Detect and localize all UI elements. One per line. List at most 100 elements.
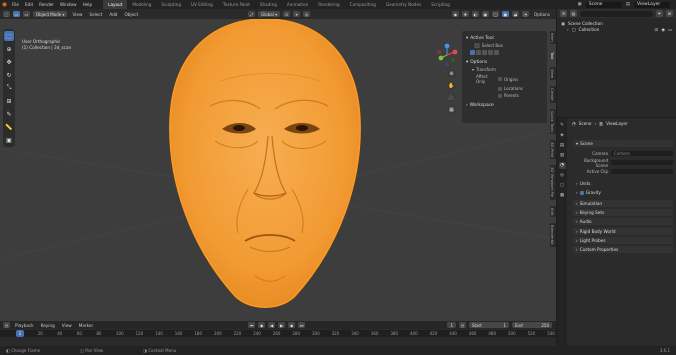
workspace-tab-geometry-nodes[interactable]: Geometry Nodes <box>381 0 426 9</box>
jump-end-icon[interactable]: ⏭ <box>298 321 306 329</box>
options-dropdown[interactable]: Options <box>532 12 552 17</box>
navigation-gizmo[interactable] <box>435 43 459 67</box>
tab-3d-print[interactable]: 3D-Print <box>549 139 556 160</box>
scene-selector[interactable]: Scene <box>585 1 622 8</box>
render-tab-icon[interactable]: ◈ <box>559 132 566 139</box>
select-box-row[interactable]: ⬚ Select Box <box>466 43 543 48</box>
menu-help[interactable]: Help <box>80 2 96 7</box>
background-scene-field[interactable] <box>611 159 673 166</box>
menu-select[interactable]: Select <box>87 12 104 17</box>
overlay-icon[interactable]: ◐ <box>471 10 479 18</box>
start-frame-field[interactable]: Start 1 <box>469 321 509 329</box>
tab-view[interactable]: View <box>549 67 556 81</box>
workspace-tab-rendering[interactable]: Rendering <box>313 0 344 9</box>
next-keyframe-icon[interactable]: ◆ <box>288 321 296 329</box>
new-collection-icon[interactable]: ⊞ <box>666 10 673 17</box>
mode-extend-icon[interactable] <box>476 50 481 55</box>
zoom-icon[interactable]: ⊕ <box>447 69 456 78</box>
locations-checkbox[interactable] <box>498 86 502 91</box>
transform-orientation-dropdown[interactable]: Global ▾ <box>258 10 281 18</box>
active-tool-section[interactable]: ▾ Active Tool <box>466 36 543 41</box>
menu-object[interactable]: Object <box>122 12 140 17</box>
menu-playback[interactable]: Playback <box>13 323 36 328</box>
origins-checkbox[interactable] <box>498 77 502 81</box>
keying-sets-panel-header[interactable]: › Keying Sets <box>573 209 673 216</box>
light-probes-panel-header[interactable]: › Light Probes <box>573 237 673 244</box>
menu-timeline-view[interactable]: View <box>60 323 74 328</box>
camera-view-icon[interactable]: 🎥 <box>447 93 456 102</box>
parents-checkbox[interactable] <box>498 93 502 98</box>
pivot-icon[interactable]: ⊙ <box>283 10 291 18</box>
menu-keying[interactable]: Keying <box>39 323 57 328</box>
collection-tab-icon[interactable]: ▢ <box>559 182 566 189</box>
mode-dropdown[interactable]: Object Mode ▾ <box>33 10 68 18</box>
tab-quick-tools[interactable]: Quick Tools <box>549 108 556 134</box>
tab-item[interactable]: Item <box>549 31 556 44</box>
gravity-checkbox[interactable] <box>579 190 584 195</box>
tab-blenderkit[interactable]: BlenderKit <box>549 222 556 247</box>
mode-subtract-icon[interactable] <box>482 50 487 55</box>
options-section[interactable]: ▾ Options <box>466 60 543 65</box>
playhead[interactable]: 1 <box>16 330 24 337</box>
tool-tab-icon[interactable]: ✎ <box>559 122 566 129</box>
shading-solid-icon[interactable]: ● <box>501 10 509 18</box>
scene-panel-header[interactable]: ▾ Scene <box>573 140 673 147</box>
cursor-tool-icon[interactable]: ⊕ <box>4 44 14 54</box>
active-clip-field[interactable] <box>611 168 673 175</box>
end-frame-field[interactable]: End 250 <box>512 321 552 329</box>
output-tab-icon[interactable]: ▤ <box>559 142 566 149</box>
audio-panel-header[interactable]: › Audio <box>573 218 673 225</box>
move-tool-icon[interactable]: ✥ <box>4 57 14 67</box>
workspace-section[interactable]: › Workspace <box>466 103 543 108</box>
face-scan-mesh[interactable] <box>150 11 380 321</box>
workspace-tab-sculpting[interactable]: Sculpting <box>156 0 186 9</box>
tab-create[interactable]: Create <box>549 86 556 103</box>
select-box-tool-icon[interactable]: ⬚ <box>4 31 14 41</box>
blender-logo-icon[interactable]: ◉ <box>0 0 9 9</box>
gravity-panel-header[interactable]: › Gravity <box>573 189 673 196</box>
texture-tab-icon[interactable]: ▦ <box>559 192 566 199</box>
outliner-search-input[interactable] <box>580 10 653 17</box>
add-cube-tool-icon[interactable]: ▣ <box>4 135 14 145</box>
menu-render[interactable]: Render <box>36 2 57 7</box>
snap-icon[interactable]: ⌖ <box>293 10 301 18</box>
view-layer-tab-icon[interactable]: ▥ <box>559 152 566 159</box>
3d-viewport[interactable]: ⬚ ▭ ▭ Object Mode ▾ View Select Add Obje… <box>0 9 556 321</box>
workspace-tab-compositing[interactable]: Compositing <box>345 0 381 9</box>
select-mode-extend-icon[interactable]: ▭ <box>23 10 30 18</box>
prev-keyframe-icon[interactable]: ◆ <box>258 321 266 329</box>
mode-set-icon[interactable] <box>470 50 475 55</box>
units-panel-header[interactable]: › Units <box>573 180 673 187</box>
tab-3d-viewport-pie[interactable]: 3D Viewport Pie <box>549 165 556 200</box>
menu-marker[interactable]: Marker <box>77 323 95 328</box>
timeline-editor-type-icon[interactable]: ◷ <box>3 321 10 329</box>
tab-edit[interactable]: Edit <box>549 205 556 217</box>
workspace-tab-texture-paint[interactable]: Texture Paint <box>218 0 255 9</box>
perspective-grid-icon[interactable]: ▦ <box>447 105 456 114</box>
world-tab-icon[interactable]: ◎ <box>559 172 566 179</box>
outliner-editor-type-icon[interactable]: ☰ <box>560 10 567 17</box>
workspace-tab-animation[interactable]: Animation <box>282 0 313 9</box>
menu-window[interactable]: Window <box>57 2 80 7</box>
annotate-tool-icon[interactable]: ✎ <box>4 109 14 119</box>
menu-add[interactable]: Add <box>107 12 119 17</box>
shading-wireframe-icon[interactable]: ◯ <box>491 10 499 18</box>
frame-ruler[interactable]: 1204060801001201401601802002202402602803… <box>0 330 556 337</box>
select-mode-new-icon[interactable]: ▭ <box>13 10 20 18</box>
camera-icon[interactable]: ▭ <box>668 27 672 32</box>
mode-intersect-icon[interactable] <box>494 50 499 55</box>
simulation-panel-header[interactable]: › Simulation <box>573 200 673 207</box>
keyframe-track[interactable] <box>0 337 556 346</box>
display-mode-icon[interactable]: ▤ <box>570 10 577 17</box>
proportional-edit-icon[interactable]: ◎ <box>303 10 311 18</box>
checkbox-icon[interactable]: ☑ <box>655 27 659 32</box>
workspace-tab-shading[interactable]: Shading <box>255 0 282 9</box>
outliner-row-collection[interactable]: › ▢ Collection ☑ ◉ ▭ <box>557 26 676 32</box>
play-reverse-icon[interactable]: ◀ <box>268 321 276 329</box>
custom-properties-panel-header[interactable]: › Custom Properties <box>573 246 673 253</box>
transform-subsection[interactable]: ▾ Transform <box>466 67 543 72</box>
menu-view[interactable]: View <box>70 12 84 17</box>
workspace-tab-scripting[interactable]: Scripting <box>426 0 455 9</box>
rotate-tool-icon[interactable]: ↻ <box>4 70 14 80</box>
editor-type-icon[interactable]: ⬚ <box>3 10 10 18</box>
